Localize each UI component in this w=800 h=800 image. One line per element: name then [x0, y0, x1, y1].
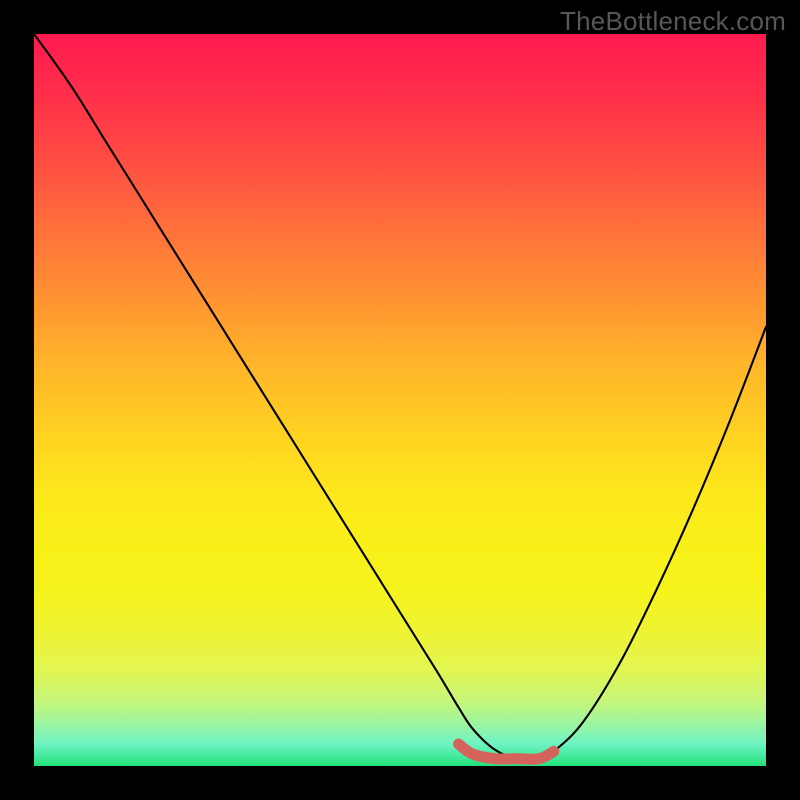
bottleneck-curve	[34, 34, 766, 760]
bottleneck-curve-chart	[34, 34, 766, 766]
plot-area	[34, 34, 766, 766]
chart-frame: TheBottleneck.com	[0, 0, 800, 800]
optimal-range-marker	[459, 744, 554, 759]
watermark-text: TheBottleneck.com	[560, 6, 786, 37]
